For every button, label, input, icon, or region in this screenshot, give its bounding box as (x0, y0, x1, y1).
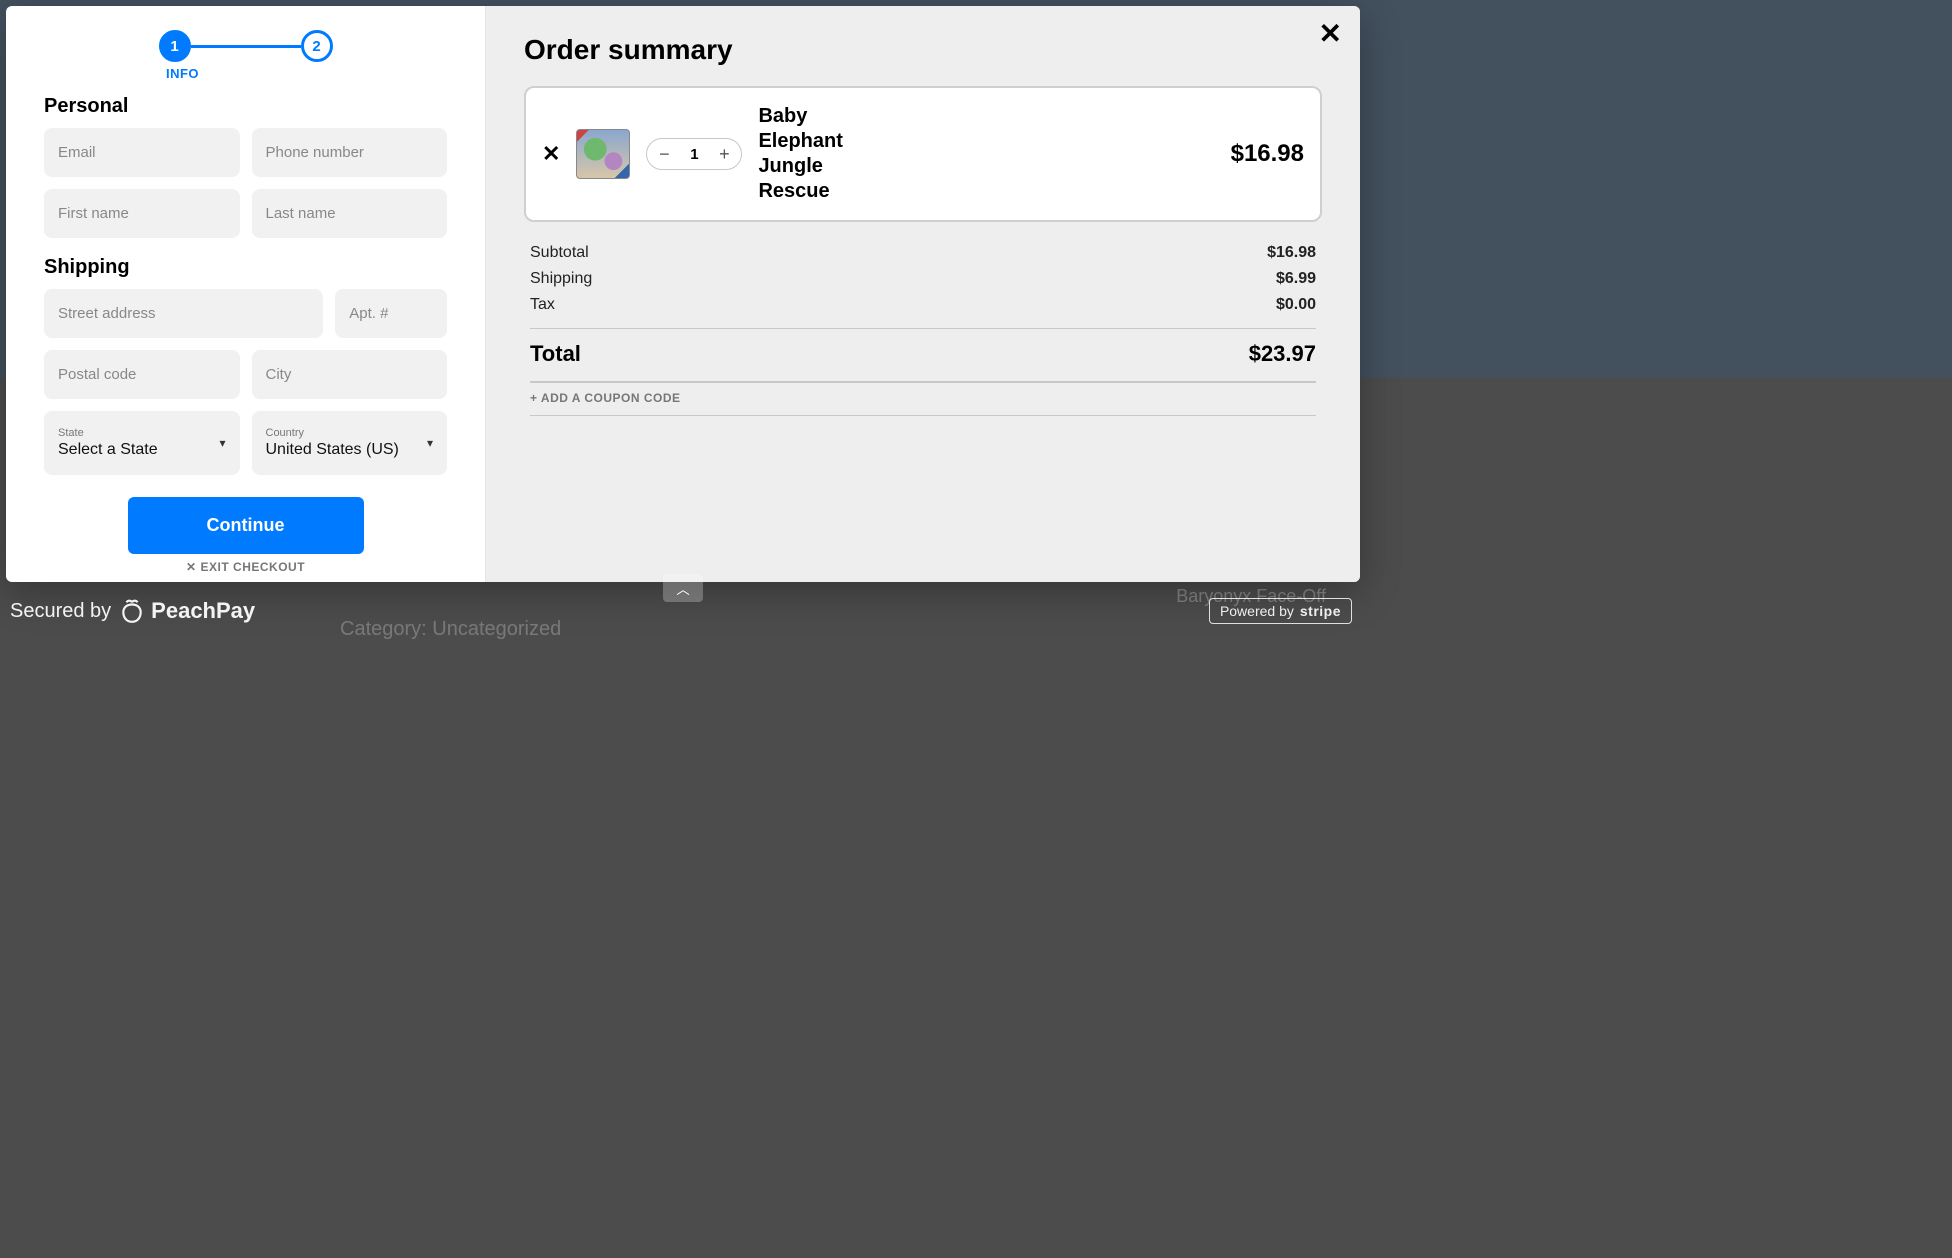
email-field[interactable] (44, 128, 240, 177)
order-summary-title: Order summary (524, 34, 1322, 66)
total-value: $23.97 (1249, 341, 1316, 367)
state-label: State (58, 427, 226, 439)
shipping-label: Shipping (530, 270, 592, 288)
close-modal-button[interactable]: ✕ (1319, 20, 1342, 48)
continue-button[interactable]: Continue (128, 497, 364, 554)
footer-bar: Secured by PeachPay ︿ Category: Uncatego… (0, 588, 1366, 881)
checkout-modal: 1 2 INFO Personal Shipping State Select … (6, 6, 1360, 582)
qty-increase-button[interactable]: + (713, 143, 735, 165)
close-icon: ✕ (542, 141, 560, 166)
street-field[interactable] (44, 289, 323, 338)
personal-heading: Personal (44, 95, 447, 118)
step-2-circle[interactable]: 2 (301, 30, 333, 62)
minus-icon: − (659, 144, 670, 165)
tax-value: $0.00 (1276, 296, 1316, 314)
background-category-text: Category: Uncategorized (340, 618, 561, 641)
caret-down-icon: ▾ (219, 436, 225, 450)
peach-icon (119, 598, 145, 624)
step-connector (191, 45, 301, 48)
country-value: United States (US) (266, 441, 399, 458)
state-value: Select a State (58, 441, 158, 458)
secured-label: Secured by (10, 600, 111, 623)
divider (530, 328, 1316, 329)
phone-field[interactable] (252, 128, 448, 177)
quantity-stepper: − 1 + (646, 138, 742, 170)
shipping-value: $6.99 (1276, 270, 1316, 288)
item-name: Baby Elephant Jungle Rescue (758, 104, 868, 204)
total-row: Total $23.97 (530, 339, 1316, 369)
background-product-text: Baryonyx Face-Off (1176, 586, 1326, 607)
add-coupon-button[interactable]: + ADD A COUPON CODE (530, 382, 1316, 416)
exit-checkout-button[interactable]: ✕ EXIT CHECKOUT (44, 560, 447, 574)
city-field[interactable] (252, 350, 448, 399)
first-name-field[interactable] (44, 189, 240, 238)
qty-decrease-button[interactable]: − (653, 143, 675, 165)
totals: Subtotal $16.98 Shipping $6.99 Tax $0.00… (524, 240, 1322, 416)
order-summary-panel: ✕ Order summary ✕ − 1 + Baby Elephant Ju… (486, 6, 1360, 582)
caret-down-icon: ▾ (427, 436, 433, 450)
last-name-field[interactable] (252, 189, 448, 238)
plus-icon: + (719, 144, 730, 165)
country-select[interactable]: Country United States (US) ▾ (252, 411, 448, 475)
exit-label: EXIT CHECKOUT (201, 560, 306, 574)
shipping-heading: Shipping (44, 256, 447, 279)
item-price: $16.98 (1231, 140, 1304, 168)
shipping-row: Shipping $6.99 (530, 266, 1316, 292)
checkout-form-panel: 1 2 INFO Personal Shipping State Select … (6, 6, 486, 582)
subtotal-label: Subtotal (530, 244, 589, 262)
peachpay-logo: PeachPay (119, 598, 255, 624)
close-icon: ✕ (186, 560, 197, 574)
total-label: Total (530, 341, 581, 367)
cart-item: ✕ − 1 + Baby Elephant Jungle Rescue $16.… (524, 86, 1322, 222)
postal-field[interactable] (44, 350, 240, 399)
stepper: 1 2 (44, 30, 447, 62)
country-label: Country (266, 427, 434, 439)
subtotal-value: $16.98 (1267, 244, 1316, 262)
peachpay-name: PeachPay (151, 598, 255, 624)
apt-field[interactable] (335, 289, 447, 338)
step-1-circle[interactable]: 1 (159, 30, 191, 62)
subtotal-row: Subtotal $16.98 (530, 240, 1316, 266)
state-select[interactable]: State Select a State ▾ (44, 411, 240, 475)
close-icon: ✕ (1319, 18, 1342, 49)
tax-label: Tax (530, 296, 555, 314)
scroll-to-top-button[interactable]: ︿ (663, 574, 703, 602)
product-thumbnail (576, 129, 630, 179)
chevron-up-icon: ︿ (676, 579, 689, 598)
secured-by: Secured by PeachPay (10, 598, 255, 624)
tax-row: Tax $0.00 (530, 292, 1316, 318)
step-1-label: INFO (6, 66, 447, 81)
qty-value: 1 (681, 146, 707, 163)
remove-item-button[interactable]: ✕ (542, 141, 560, 167)
